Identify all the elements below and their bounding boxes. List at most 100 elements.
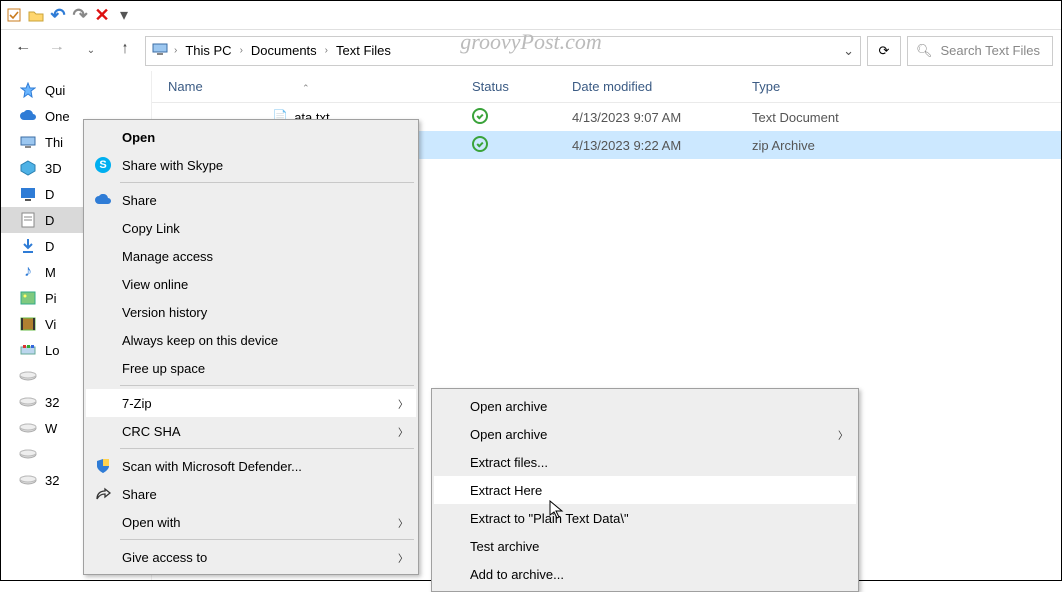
desktop-icon [19, 185, 37, 203]
context-item[interactable]: 7-Zip〉 [86, 389, 416, 417]
status-ok-icon [472, 108, 488, 124]
context-item-label: Free up space [122, 361, 205, 376]
refresh-button[interactable]: ⟳ [867, 36, 901, 66]
context-item[interactable]: Open [86, 123, 416, 151]
context-item-label: View online [122, 277, 188, 292]
context-submenu: Open archive Open archive〉 Extract files..… [431, 388, 859, 592]
delete-icon[interactable]: ✕ [93, 6, 111, 24]
quick-access-toolbar: ↶ ↷ ✕ ▾ [1, 1, 1061, 29]
breadcrumb-segment[interactable]: This PC [183, 43, 233, 58]
context-item-label: Copy Link [122, 221, 180, 236]
context-item-label: Open [122, 130, 155, 145]
doc-icon [19, 211, 37, 229]
context-item[interactable]: Open archive [434, 392, 856, 420]
context-item-label: Share [122, 487, 157, 502]
search-icon: 🔍︎ [916, 43, 933, 59]
skype-icon: S [94, 156, 112, 174]
context-item[interactable]: Always keep on this device [86, 326, 416, 354]
context-item-label: Extract to "Plain Text Data\" [470, 511, 629, 526]
column-status[interactable]: Status [472, 79, 572, 94]
chevron-right-icon: 〉 [838, 427, 848, 442]
context-item-label: Manage access [122, 249, 213, 264]
context-item[interactable]: S Share with Skype [86, 151, 416, 179]
breadcrumb-segment[interactable]: Text Files [334, 43, 393, 58]
redo-icon[interactable]: ↷ [71, 6, 89, 24]
context-item[interactable]: CRC SHA〉 [86, 417, 416, 445]
navigation-bar: 🠐 🠒 ⌄ 🠑 › This PC › Documents › Text Fil… [1, 29, 1061, 71]
context-item[interactable]: View online [86, 270, 416, 298]
context-separator [120, 182, 414, 183]
context-item-label: Always keep on this device [122, 333, 278, 348]
sidebar-item-label: W [45, 421, 57, 436]
context-item[interactable]: Open archive〉 [434, 420, 856, 448]
chevron-right-icon: 〉 [398, 424, 408, 439]
context-item[interactable]: Extract Here [434, 476, 856, 504]
context-separator [120, 539, 414, 540]
context-separator [120, 448, 414, 449]
context-item-label: Open archive [470, 399, 547, 414]
context-item[interactable]: Copy Link [86, 214, 416, 242]
status-ok-icon [472, 136, 488, 152]
shield-icon [94, 457, 112, 475]
disk-icon [19, 445, 37, 463]
context-item[interactable]: Test archive [434, 532, 856, 560]
column-headers: Name⌃ Status Date modified Type [152, 71, 1061, 103]
context-item-label: Share [122, 193, 157, 208]
back-button[interactable]: 🠐 [9, 37, 37, 65]
context-item[interactable]: Add to archive... [434, 560, 856, 588]
search-input[interactable]: 🔍︎ Search Text Files [907, 36, 1053, 66]
file-date: 4/13/2023 9:07 AM [572, 110, 752, 125]
context-item[interactable]: Scan with Microsoft Defender... [86, 452, 416, 480]
up-button[interactable]: 🠑 [111, 37, 139, 65]
chevron-right-icon: › [174, 45, 177, 56]
chevron-right-icon: › [325, 45, 328, 56]
context-item[interactable]: Version history [86, 298, 416, 326]
context-item-label: Add to archive... [470, 567, 564, 582]
disk-icon [19, 419, 37, 437]
pc-icon [19, 133, 37, 151]
sidebar-item-label: 32 [45, 395, 59, 410]
address-dropdown-icon[interactable]: ⌄ [843, 43, 854, 59]
context-item[interactable]: Open with〉 [86, 508, 416, 536]
file-date: 4/13/2023 9:22 AM [572, 138, 752, 153]
3d-icon [19, 159, 37, 177]
context-item-label: Extract files... [470, 455, 548, 470]
pc-icon [152, 42, 168, 59]
column-type[interactable]: Type [752, 79, 912, 94]
star-icon [19, 81, 37, 99]
context-item-label: Scan with Microsoft Defender... [122, 459, 302, 474]
context-menu: Open S Share with Skype Share Copy Link Manag… [83, 119, 419, 575]
context-item[interactable]: Share [86, 186, 416, 214]
column-date[interactable]: Date modified [572, 79, 752, 94]
context-item-label: Give access to [122, 550, 207, 565]
address-bar[interactable]: › This PC › Documents › Text Files ⌄ [145, 36, 861, 66]
context-item[interactable]: Extract files... [434, 448, 856, 476]
chevron-right-icon: › [240, 45, 243, 56]
context-item-label: Open with [122, 515, 181, 530]
sidebar-item[interactable]: Qui [1, 77, 151, 103]
context-item[interactable]: Extract to "Plain Text Data\" [434, 504, 856, 532]
check-icon[interactable] [5, 6, 23, 24]
context-item-label: Version history [122, 305, 207, 320]
sidebar-item-label: Qui [45, 83, 65, 98]
sidebar-item-label: M [45, 265, 56, 280]
qat-dropdown-icon[interactable]: ▾ [115, 6, 133, 24]
sidebar-item-label: D [45, 239, 54, 254]
context-item-label: Extract Here [470, 483, 542, 498]
folder-icon[interactable] [27, 6, 45, 24]
sort-indicator-icon: ⌃ [302, 83, 310, 94]
file-type: Text Document [752, 110, 912, 125]
music-icon: ♪ [19, 263, 37, 281]
recent-dropdown-icon[interactable]: ⌄ [77, 37, 105, 65]
context-item[interactable]: Manage access [86, 242, 416, 270]
context-item[interactable]: Free up space [86, 354, 416, 382]
undo-icon[interactable]: ↶ [49, 6, 67, 24]
context-item[interactable]: Share [86, 480, 416, 508]
picture-icon [19, 289, 37, 307]
sidebar-item-label: Lo [45, 343, 59, 358]
column-name[interactable]: Name⌃ [152, 79, 472, 94]
context-item-label: Share with Skype [122, 158, 223, 173]
context-item[interactable]: Give access to〉 [86, 543, 416, 571]
breadcrumb-segment[interactable]: Documents [249, 43, 319, 58]
disk-icon [19, 471, 37, 489]
